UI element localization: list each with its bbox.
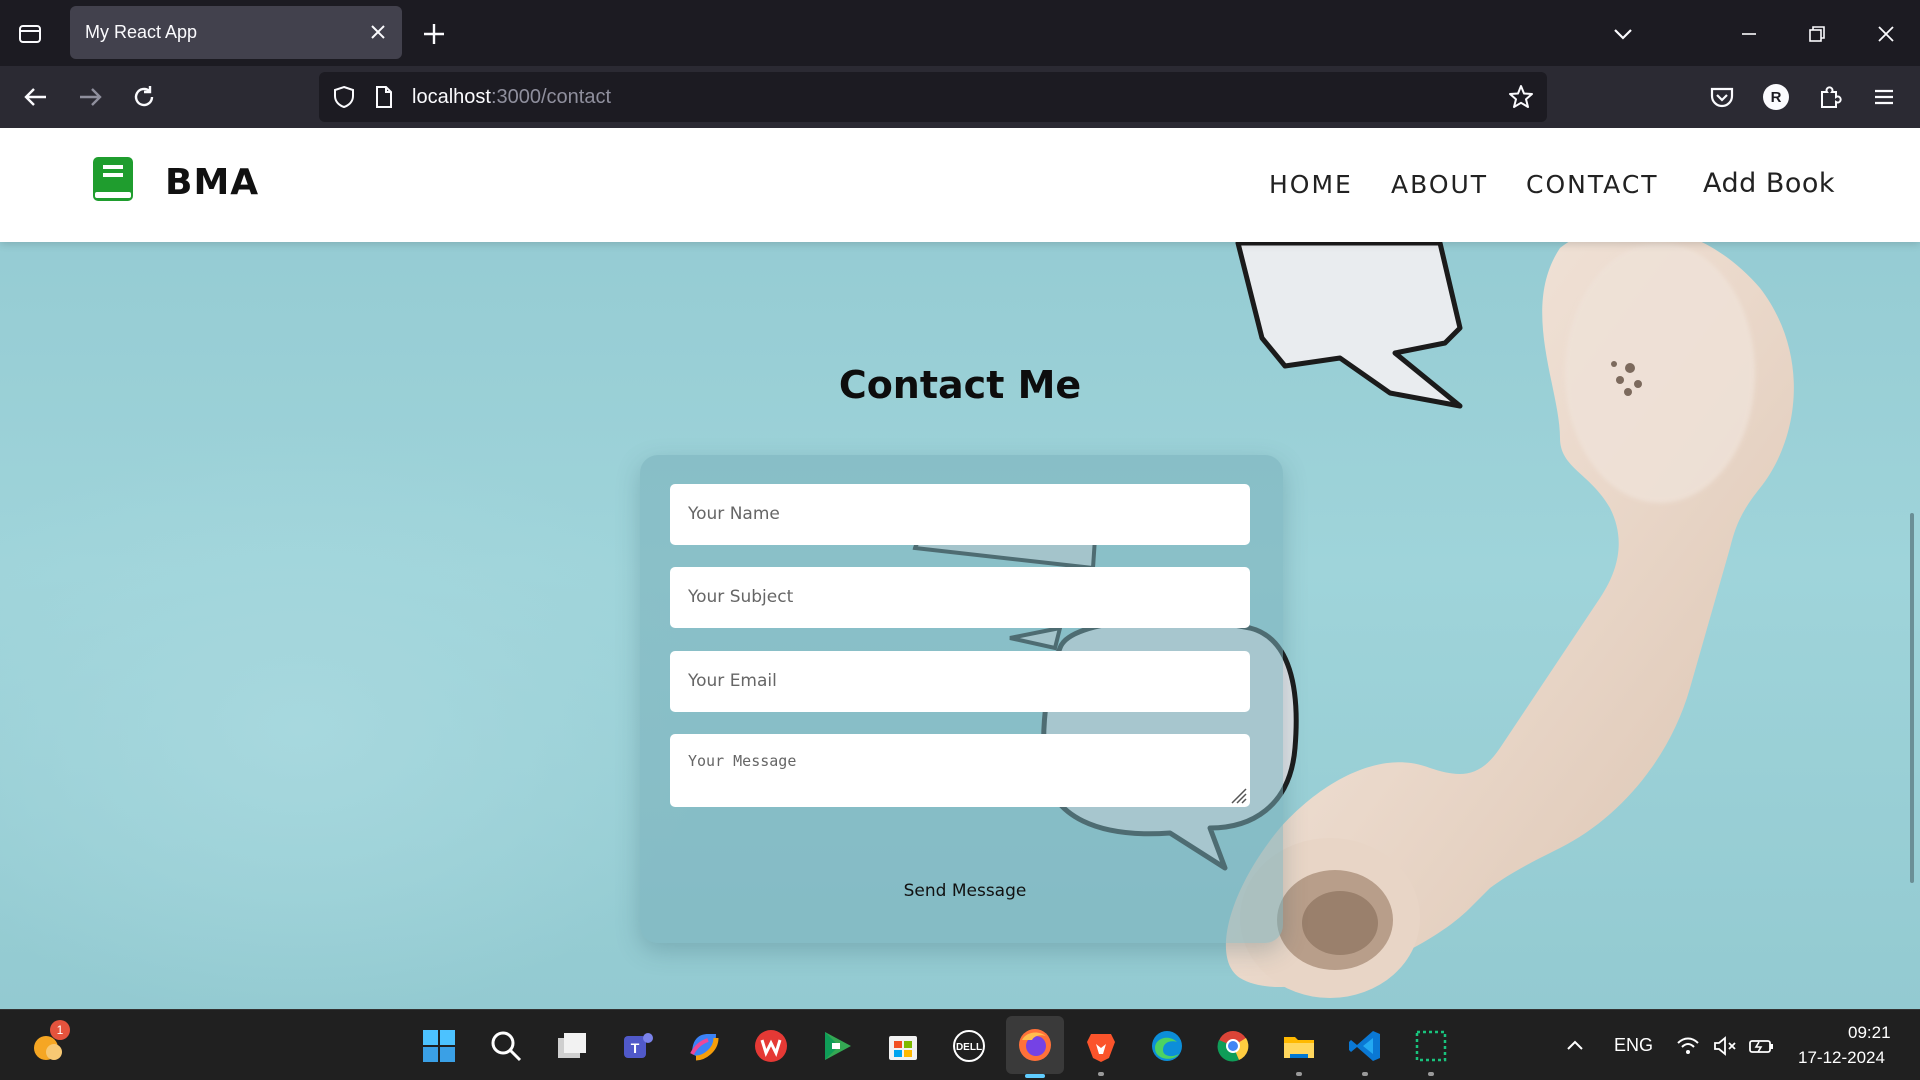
search-icon[interactable] <box>486 1026 526 1066</box>
browser-navbar: localhost:3000/contact R <box>0 66 1920 128</box>
clock-date[interactable]: 17-12-2024 <box>1798 1048 1885 1068</box>
windows-start-icon[interactable] <box>419 1026 459 1066</box>
running-indicator <box>1428 1072 1434 1076</box>
pocket-icon[interactable] <box>1704 79 1740 115</box>
resize-grip-icon[interactable] <box>1226 783 1248 805</box>
forward-arrow-icon[interactable] <box>72 79 108 115</box>
nav-link-contact[interactable]: CONTACT <box>1526 170 1659 199</box>
running-indicator <box>1362 1072 1368 1076</box>
wifi-icon[interactable] <box>1668 1026 1708 1066</box>
file-explorer-icon[interactable] <box>1279 1026 1319 1076</box>
profile-initial: R <box>1763 84 1789 110</box>
url-host: localhost <box>412 86 491 108</box>
language-indicator[interactable]: ENG <box>1614 1035 1653 1056</box>
restore-icon[interactable] <box>1801 18 1833 50</box>
svg-text:T: T <box>631 1040 640 1056</box>
active-indicator <box>1025 1074 1045 1078</box>
notification-badge: 1 <box>50 1020 70 1040</box>
battery-charging-icon[interactable] <box>1741 1026 1781 1066</box>
edge-icon[interactable] <box>1147 1026 1187 1066</box>
tab-close-icon[interactable] <box>368 22 388 42</box>
name-placeholder: Your Name <box>688 504 780 524</box>
hamburger-menu-icon[interactable] <box>1866 79 1902 115</box>
minimize-icon[interactable] <box>1733 18 1765 50</box>
reload-icon[interactable] <box>126 79 162 115</box>
address-bar[interactable]: localhost:3000/contact <box>319 72 1547 122</box>
brave-icon[interactable] <box>1081 1026 1121 1076</box>
firefox-taskbar-icon[interactable] <box>1006 1016 1064 1078</box>
message-placeholder: Your Message <box>688 752 797 770</box>
weather-widget-icon[interactable]: 1 <box>28 1020 70 1064</box>
url-path: :3000/contact <box>490 86 612 108</box>
running-indicator <box>1098 1072 1104 1076</box>
microsoft-store-icon[interactable] <box>883 1026 923 1066</box>
page-title: Contact Me <box>838 363 1082 407</box>
google-play-games-icon[interactable] <box>817 1026 857 1066</box>
browser-tab[interactable]: My React App <box>70 6 402 59</box>
nav-link-add-book[interactable]: Add Book <box>1703 168 1835 199</box>
shield-icon[interactable] <box>331 84 357 114</box>
windows-taskbar: 1 T DELL ENG 09:21 17-12-2024 <box>0 1009 1920 1080</box>
volume-muted-icon[interactable] <box>1705 1026 1745 1066</box>
back-arrow-icon[interactable] <box>18 79 54 115</box>
task-view-icon[interactable] <box>552 1026 592 1066</box>
send-message-button[interactable]: Send Message <box>850 871 1080 911</box>
site-header: BMA HOME ABOUT CONTACT Add Book <box>0 128 1920 242</box>
copilot-icon[interactable] <box>684 1026 724 1066</box>
clock-time[interactable]: 09:21 <box>1848 1023 1891 1043</box>
page-scrollbar[interactable] <box>1910 513 1914 883</box>
book-logo-icon[interactable] <box>92 156 134 202</box>
show-hidden-icons-chevron-icon[interactable] <box>1555 1026 1595 1066</box>
nav-link-about[interactable]: ABOUT <box>1391 170 1488 199</box>
nav-link-home[interactable]: HOME <box>1269 170 1353 199</box>
chrome-icon[interactable] <box>1213 1026 1253 1066</box>
name-input[interactable]: Your Name <box>670 484 1250 545</box>
browser-tabstrip: My React App <box>0 0 1920 66</box>
web-page: BMA HOME ABOUT CONTACT Add Book Contact … <box>0 128 1920 1009</box>
wps-office-icon[interactable] <box>751 1026 791 1066</box>
close-window-icon[interactable] <box>1870 18 1902 50</box>
message-textarea[interactable]: Your Message <box>670 734 1250 807</box>
contact-form: Your Name Your Subject Your Email Your M… <box>640 455 1283 943</box>
vscode-icon[interactable] <box>1345 1026 1385 1076</box>
email-input[interactable]: Your Email <box>670 651 1250 712</box>
svg-text:DELL: DELL <box>956 1042 982 1053</box>
subject-placeholder: Your Subject <box>688 587 794 607</box>
page-icon[interactable] <box>372 84 396 114</box>
running-indicator <box>1296 1072 1302 1076</box>
extensions-puzzle-icon[interactable] <box>1812 79 1848 115</box>
tab-list-icon[interactable] <box>14 18 46 50</box>
snipping-tool-icon[interactable] <box>1411 1026 1451 1076</box>
subject-input[interactable]: Your Subject <box>670 567 1250 628</box>
new-tab-icon[interactable] <box>420 20 448 48</box>
dell-icon[interactable]: DELL <box>949 1026 989 1066</box>
tab-title: My React App <box>85 22 198 42</box>
url-text: localhost:3000/contact <box>412 86 611 109</box>
teams-icon[interactable]: T <box>618 1026 658 1066</box>
email-placeholder: Your Email <box>688 671 777 691</box>
profile-avatar[interactable]: R <box>1758 79 1794 115</box>
tab-overflow-chevron-icon[interactable] <box>1607 18 1639 50</box>
brand-name[interactable]: BMA <box>165 162 259 203</box>
bookmark-star-icon[interactable] <box>1507 83 1535 115</box>
